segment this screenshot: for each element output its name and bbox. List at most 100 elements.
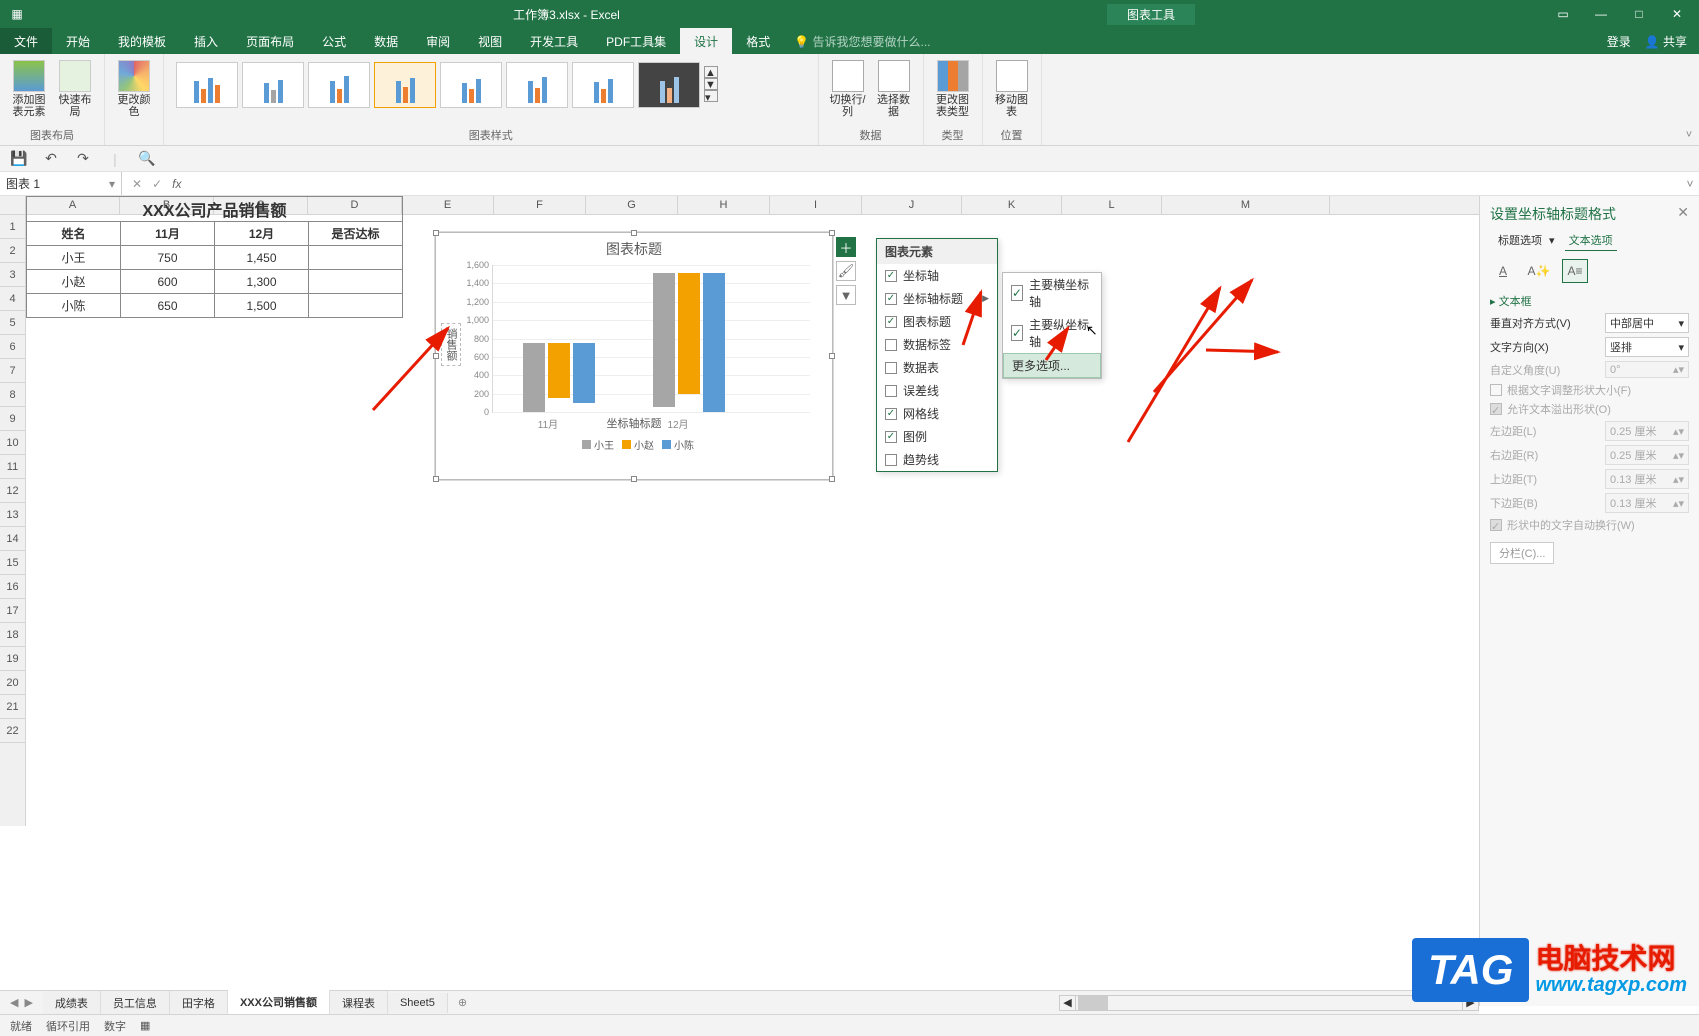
enter-formula-icon[interactable]: ✓ (152, 177, 162, 191)
y-axis-title[interactable]: 销售额 (441, 323, 461, 366)
tab-formulas[interactable]: 公式 (308, 28, 360, 54)
chart-element-item[interactable]: 误差线 (877, 379, 997, 402)
section-textbox[interactable]: ▸ 文本框 (1490, 293, 1689, 309)
tab-mytemplate[interactable]: 我的模板 (104, 28, 180, 54)
redo-icon[interactable]: ↷ (74, 150, 92, 168)
maximize-icon[interactable]: □ (1621, 0, 1657, 28)
close-icon[interactable]: ✕ (1659, 0, 1695, 28)
share-link[interactable]: 👤 共享 (1645, 33, 1687, 50)
tab-review[interactable]: 审阅 (412, 28, 464, 54)
print-preview-icon[interactable]: 🔍 (138, 150, 156, 168)
tab-insert[interactable]: 插入 (180, 28, 232, 54)
text-direction-dropdown[interactable]: 竖排▾ (1605, 337, 1689, 357)
chart-style-gallery[interactable]: ▲▼▾ (172, 58, 810, 125)
switch-row-col-button[interactable]: 切换行/列 (827, 58, 869, 120)
ribbon-tabs: 文件 开始 我的模板 插入 页面布局 公式 数据 审阅 视图 开发工具 PDF工… (0, 28, 1699, 54)
excel-icon: ▦ (8, 5, 26, 23)
sheet-tab[interactable]: 田字格 (170, 991, 228, 1015)
watermark: TAG 电脑技术网www.tagxp.com (1412, 938, 1687, 1002)
chart-element-item[interactable]: ✓坐标轴 (877, 264, 997, 287)
add-chart-element-button[interactable]: 添加图表元素 (8, 58, 50, 120)
macro-record-icon[interactable]: ▦ (140, 1019, 150, 1032)
undo-icon[interactable]: ↶ (42, 150, 60, 168)
chart-element-item[interactable]: 数据表 (877, 356, 997, 379)
status-bar: 就绪 循环引用 数字 ▦ (0, 1014, 1699, 1036)
chart-element-item[interactable]: ✓坐标轴标题▶ (877, 287, 997, 310)
select-data-button[interactable]: 选择数据 (873, 58, 915, 120)
quick-access-toolbar: 💾 ↶ ↷ | 🔍 (0, 146, 1699, 172)
embedded-chart[interactable]: 图表标题 销售额 02004006008001,0001,2001,4001,6… (435, 232, 833, 480)
tab-pdf[interactable]: PDF工具集 (592, 28, 680, 54)
submenu-more-options[interactable]: 更多选项... (1003, 353, 1101, 378)
new-sheet-button[interactable]: ⊕ (448, 992, 477, 1013)
formula-bar: 图表 1▾ ✕ ✓ fx ˅ (0, 172, 1699, 196)
tab-file[interactable]: 文件 (0, 28, 52, 54)
cancel-formula-icon[interactable]: ✕ (132, 177, 142, 191)
status-circular-refs: 循环引用 (46, 1018, 90, 1034)
chart-element-item[interactable]: ✓图例 (877, 425, 997, 448)
angle-spinner: 0°▴▾ (1605, 361, 1689, 378)
text-fill-outline-icon[interactable]: A (1490, 259, 1516, 283)
columns-button: 分栏(C)... (1490, 542, 1554, 564)
pane-tab-text-options[interactable]: 文本选项 (1565, 230, 1617, 251)
valign-dropdown[interactable]: 中部居中▾ (1605, 313, 1689, 333)
data-table: XXX公司产品销售额 姓名 11月 12月 是否达标 小王7501,450 小赵… (26, 196, 403, 318)
tab-scroll-right-icon[interactable]: ▶ (24, 996, 32, 1009)
chart-styles-button[interactable]: 🖌 (836, 261, 856, 281)
sheet-tab[interactable]: 员工信息 (101, 991, 170, 1015)
tab-home[interactable]: 开始 (52, 28, 104, 54)
sheet-tab[interactable]: Sheet5 (388, 993, 448, 1013)
formula-expand-icon[interactable]: ˅ (1681, 172, 1699, 195)
formula-input[interactable] (191, 172, 1681, 195)
move-chart-button[interactable]: 移动图表 (991, 58, 1033, 120)
chart-plot-area[interactable]: 02004006008001,0001,2001,4001,60011月12月 (492, 265, 810, 413)
sheet-tab[interactable]: 课程表 (330, 991, 388, 1015)
textbox-icon[interactable]: A≡ (1562, 259, 1588, 283)
status-digits: 数字 (104, 1018, 126, 1034)
tab-format[interactable]: 格式 (732, 28, 784, 54)
name-box[interactable]: 图表 1▾ (0, 172, 122, 195)
status-ready: 就绪 (10, 1018, 32, 1034)
title-bar: ▦ 工作簿3.xlsx - Excel 图表工具 ▭ — □ ✕ (0, 0, 1699, 28)
tab-view[interactable]: 视图 (464, 28, 516, 54)
chart-legend[interactable]: 小王小赵小陈 (436, 433, 832, 456)
submenu-v-axis[interactable]: ✓主要纵坐标轴 (1003, 313, 1101, 353)
group-layout-label: 图表布局 (8, 125, 96, 143)
chart-elements-header: 图表元素 (877, 239, 997, 264)
gallery-more-button[interactable]: ▲▼▾ (704, 62, 720, 106)
tab-data[interactable]: 数据 (360, 28, 412, 54)
window-title: 工作簿3.xlsx - Excel (26, 6, 1107, 23)
chart-title[interactable]: 图表标题 (436, 233, 832, 265)
quick-layout-button[interactable]: 快速布局 (54, 58, 96, 120)
tab-design[interactable]: 设计 (680, 28, 732, 54)
fx-icon[interactable]: fx (172, 177, 181, 191)
pane-tab-title-options[interactable]: 标题选项 ▾ (1490, 230, 1559, 251)
tab-scroll-left-icon[interactable]: ◀ (10, 996, 18, 1009)
sheet-tab[interactable]: 成绩表 (43, 991, 101, 1015)
collapse-ribbon-icon[interactable]: ˅ (1679, 54, 1699, 145)
chart-element-item[interactable]: ✓图表标题 (877, 310, 997, 333)
chart-element-item[interactable]: 趋势线 (877, 448, 997, 471)
signin-link[interactable]: 登录 (1607, 33, 1631, 50)
ribbon-options-icon[interactable]: ▭ (1545, 0, 1581, 28)
autofit-checkbox-2: ✓允许文本溢出形状(O) (1490, 401, 1689, 417)
change-chart-type-button[interactable]: 更改图表类型 (932, 58, 974, 120)
save-icon[interactable]: 💾 (10, 150, 28, 168)
format-axis-title-pane: 设置坐标轴标题格式✕ 标题选项 ▾ 文本选项 A A✨ A≡ ▸ 文本框 垂直对… (1479, 196, 1699, 1006)
chart-element-item[interactable]: 数据标签 (877, 333, 997, 356)
minimize-icon[interactable]: — (1583, 0, 1619, 28)
chart-element-item[interactable]: ✓网格线 (877, 402, 997, 425)
chart-filter-button[interactable]: ▼ (836, 285, 856, 305)
change-colors-button[interactable]: 更改颜色 (113, 58, 155, 120)
sheet-tab-active[interactable]: XXX公司销售额 (228, 990, 330, 1016)
text-effects-icon[interactable]: A✨ (1526, 259, 1552, 283)
chart-elements-button[interactable]: ＋ (836, 237, 856, 257)
tab-pagelayout[interactable]: 页面布局 (232, 28, 308, 54)
submenu-h-axis[interactable]: ✓主要横坐标轴 (1003, 273, 1101, 313)
pane-close-icon[interactable]: ✕ (1677, 204, 1689, 224)
group-type-label: 类型 (932, 125, 974, 143)
pane-title: 设置坐标轴标题格式 (1490, 204, 1616, 224)
tell-me[interactable]: 💡 告诉我您想要做什么... (784, 28, 1606, 54)
contextual-tab-label: 图表工具 (1107, 4, 1195, 25)
tab-developer[interactable]: 开发工具 (516, 28, 592, 54)
